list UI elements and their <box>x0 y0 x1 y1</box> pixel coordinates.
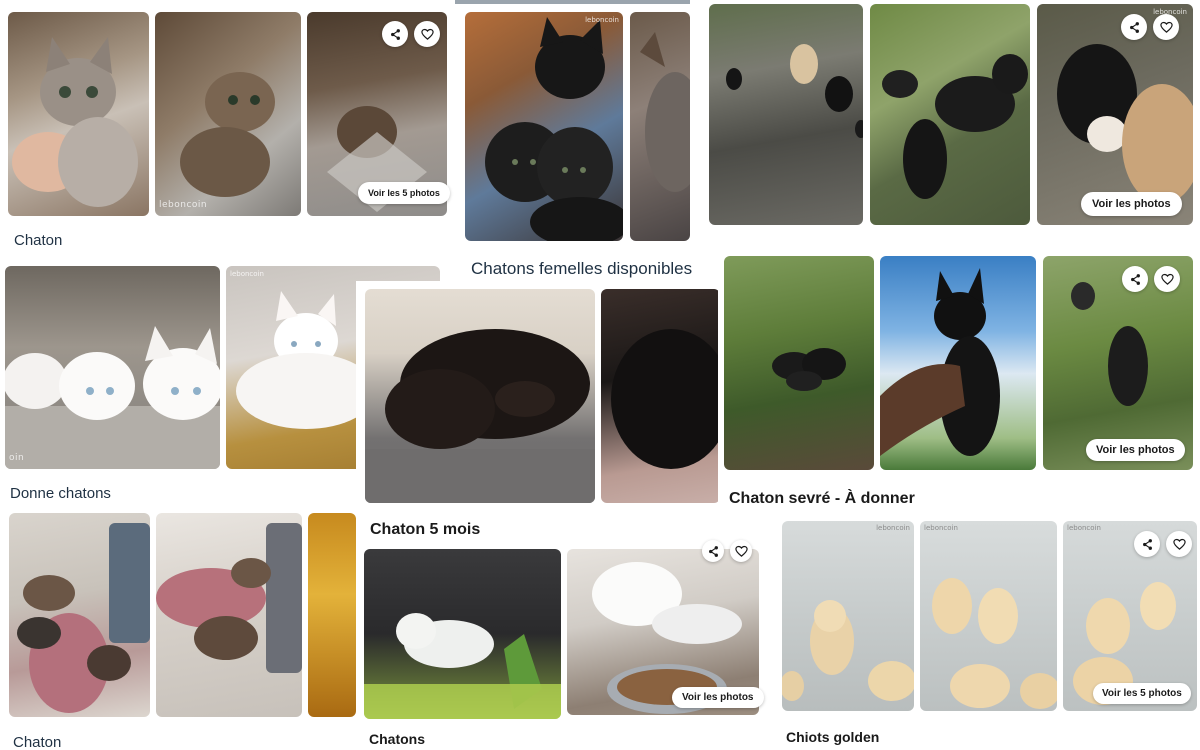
listing-photo-1[interactable]: oin <box>5 266 220 469</box>
listing-photo-2[interactable]: leboncoin <box>920 521 1057 711</box>
listing-photo-1[interactable]: leboncoin <box>465 12 623 241</box>
share-button[interactable] <box>1134 531 1160 557</box>
view-photos-button[interactable]: Voir les 5 photos <box>1093 683 1191 704</box>
kitten-illustration <box>12 37 138 207</box>
heart-icon <box>420 28 434 40</box>
listing-photo-2[interactable] <box>870 4 1030 225</box>
top-border <box>455 0 690 4</box>
favorite-button[interactable] <box>1153 14 1179 40</box>
listing-title[interactable]: Chiots golden <box>786 729 879 745</box>
white-kittens-illustration <box>5 326 220 469</box>
listing-title[interactable]: Chatons femelles disponibles <box>471 259 692 279</box>
white-kitten-illustration <box>364 613 561 719</box>
listing-title[interactable]: Chatons <box>369 731 425 747</box>
listing-photo-1[interactable] <box>709 4 863 225</box>
dogs-illustration <box>882 54 1028 199</box>
heart-icon <box>734 545 748 557</box>
black-kittens-illustration <box>485 17 623 241</box>
kitten-illustration <box>180 72 275 197</box>
share-button[interactable] <box>1122 266 1148 292</box>
view-photos-button[interactable]: Voir les photos <box>1081 192 1182 216</box>
listing-photo-2[interactable] <box>630 12 690 241</box>
favorite-button[interactable] <box>1154 266 1180 292</box>
listing-card-chaton-1[interactable]: leboncoin Voir les 5 photos Chaton <box>0 0 455 262</box>
listing-photo-1[interactable] <box>9 513 150 717</box>
listing-photo-2[interactable] <box>880 256 1036 470</box>
listing-photo-2[interactable] <box>156 513 302 717</box>
card-actions <box>1122 266 1180 292</box>
listing-title[interactable]: Chaton <box>13 734 61 750</box>
listing-photo-3[interactable] <box>308 513 356 717</box>
share-icon <box>1130 273 1140 285</box>
favorite-button[interactable] <box>730 540 752 562</box>
listing-photo-2[interactable] <box>601 289 720 503</box>
share-button[interactable] <box>702 540 724 562</box>
heart-icon <box>1159 21 1173 33</box>
listing-photo-1[interactable] <box>365 289 595 503</box>
kittens-on-cushion-illustration <box>17 523 150 713</box>
card-actions <box>702 540 752 562</box>
share-icon <box>1142 538 1152 550</box>
hidden-actions-fragment <box>375 275 435 285</box>
golden-puppy-illustration <box>782 600 914 701</box>
listing-title[interactable]: Chaton <box>14 232 62 249</box>
heart-icon <box>1160 273 1174 285</box>
listing-photo-2[interactable]: leboncoin <box>155 12 301 216</box>
favorite-button[interactable] <box>1166 531 1192 557</box>
listing-title[interactable]: Donne chatons <box>10 485 111 502</box>
favorite-button[interactable] <box>414 21 440 47</box>
view-photos-button[interactable]: Voir les photos <box>672 687 764 708</box>
listing-card-chaton-5-mois[interactable]: Chaton 5 mois <box>356 281 720 545</box>
share-button[interactable] <box>382 21 408 47</box>
view-photos-button[interactable]: Voir les 5 photos <box>358 182 450 204</box>
listing-card-chatons-femelles[interactable]: leboncoin Chatons femelles disponibles <box>455 0 700 290</box>
black-cat-illustration <box>611 329 720 469</box>
listing-card-chaton-2[interactable]: Chaton <box>0 507 356 750</box>
card-actions <box>1134 531 1192 557</box>
share-icon <box>1129 21 1139 33</box>
watermark: leboncoin <box>876 524 910 532</box>
watermark-label: leboncoin <box>159 200 208 210</box>
listing-photo-1[interactable] <box>724 256 874 470</box>
black-cat-held-illustration <box>880 268 1000 456</box>
kitten-illustration <box>640 32 690 192</box>
share-button[interactable] <box>1121 14 1147 40</box>
listing-photo-1[interactable] <box>364 549 561 719</box>
watermark: leboncoin <box>1067 524 1101 532</box>
listing-title[interactable]: Chaton 5 mois <box>370 521 480 539</box>
listing-card-chaton-sevre[interactable]: Voir les photos Chaton sevré - À donner <box>718 250 1200 512</box>
black-cat-illustration <box>365 329 595 503</box>
card-actions <box>382 21 440 47</box>
watermark: leboncoin <box>924 524 958 532</box>
listing-card-chatons[interactable]: Voir les photos Chatons <box>356 540 770 750</box>
black-kittens-illustration <box>772 348 846 391</box>
card-actions <box>1121 14 1179 40</box>
listing-photo-1[interactable]: leboncoin <box>782 521 914 711</box>
golden-puppies-illustration <box>932 578 1057 709</box>
watermark: leboncoin <box>230 270 264 278</box>
listing-photo-1[interactable] <box>8 12 149 216</box>
view-photos-button[interactable]: Voir les photos <box>1086 439 1185 461</box>
heart-icon <box>1172 538 1186 550</box>
listing-card-chiots-golden[interactable]: leboncoin leboncoin leboncoin Voir les 5… <box>770 512 1200 750</box>
share-icon <box>708 545 718 557</box>
dogs-illustration <box>726 44 863 138</box>
watermark-label: oin <box>9 453 25 463</box>
kittens-on-cushion-illustration <box>156 523 302 673</box>
share-icon <box>390 28 400 40</box>
watermark: leboncoin <box>585 16 619 24</box>
listing-title[interactable]: Chaton sevré - À donner <box>729 490 915 508</box>
